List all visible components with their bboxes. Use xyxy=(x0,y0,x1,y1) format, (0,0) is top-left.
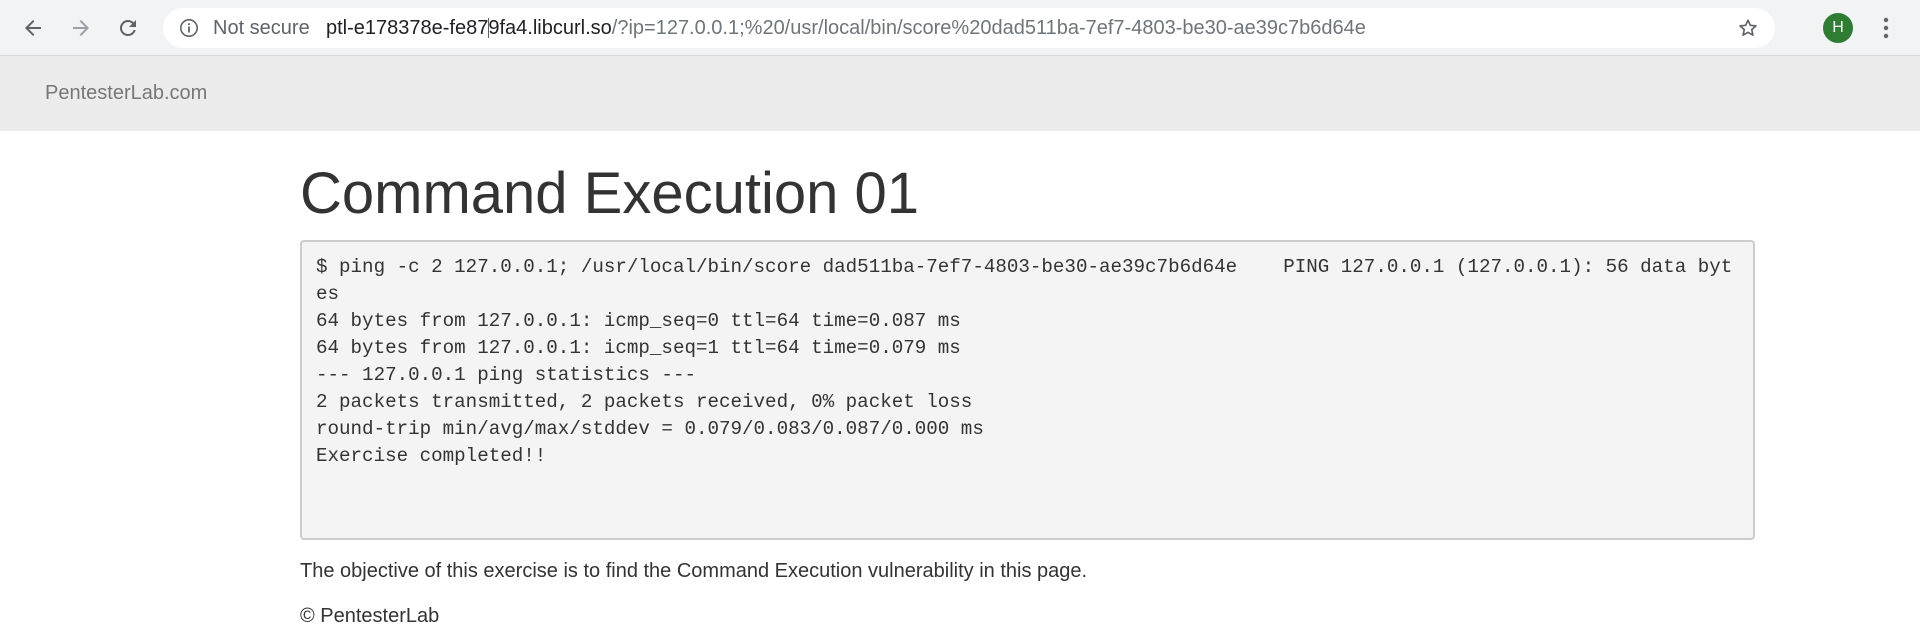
browser-toolbar: Not secure ptl-e178378e-fe879fa4.libcurl… xyxy=(0,0,1920,56)
brand-link[interactable]: PentesterLab.com xyxy=(45,56,207,131)
star-icon[interactable] xyxy=(1737,17,1759,39)
info-icon[interactable] xyxy=(179,18,199,38)
objective-text: The objective of this exercise is to fin… xyxy=(300,560,1088,582)
url-text[interactable]: ptl-e178378e-fe879fa4.libcurl.so/?ip=127… xyxy=(326,8,1366,48)
page-title: Command Execution 01 xyxy=(300,161,919,226)
address-bar[interactable]: Not secure ptl-e178378e-fe879fa4.libcurl… xyxy=(163,8,1775,48)
footer-copyright: © PentesterLab xyxy=(300,605,440,627)
reload-button[interactable] xyxy=(112,12,144,44)
security-status[interactable]: Not secure xyxy=(213,8,310,48)
back-arrow-icon xyxy=(25,20,41,36)
url-host: ptl-e178378e-fe879fa4.libcurl.so xyxy=(326,17,612,39)
site-navbar: PentesterLab.com xyxy=(0,56,1920,131)
reload-icon xyxy=(119,19,136,36)
command-output: $ ping -c 2 127.0.0.1; /usr/local/bin/sc… xyxy=(300,240,1755,540)
forward-arrow-icon xyxy=(73,20,89,36)
kebab-menu-icon[interactable] xyxy=(1872,14,1900,42)
url-path: /?ip=127.0.0.1;%20/usr/local/bin/score%2… xyxy=(611,17,1366,39)
forward-button[interactable] xyxy=(65,12,97,44)
profile-avatar[interactable]: H xyxy=(1823,13,1853,43)
back-button[interactable] xyxy=(17,12,49,44)
